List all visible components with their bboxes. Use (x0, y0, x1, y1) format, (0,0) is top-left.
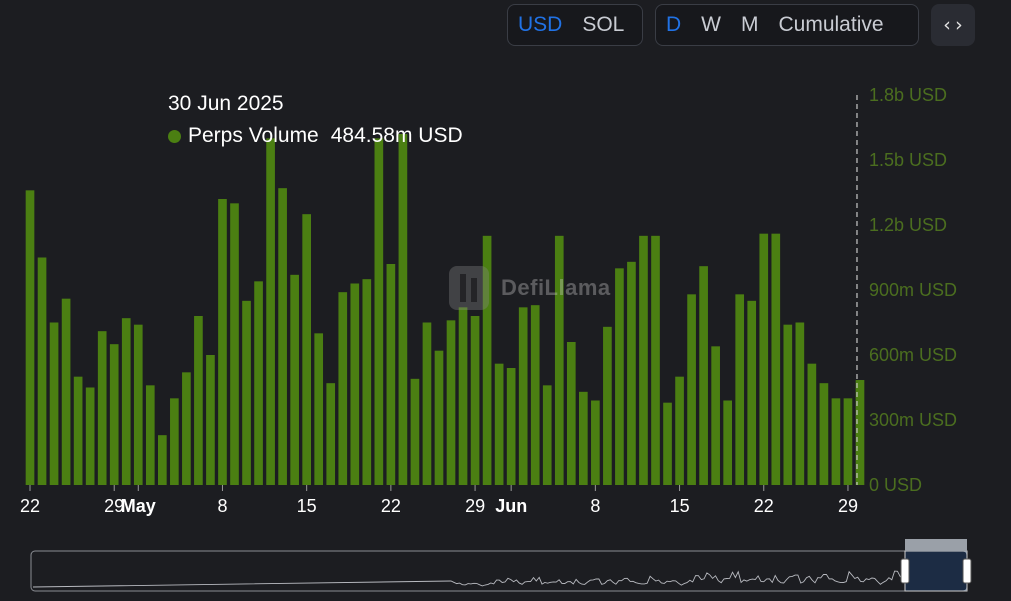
brush-selection[interactable] (905, 551, 967, 591)
bar-20[interactable] (266, 138, 275, 485)
bar-11[interactable] (158, 435, 167, 485)
x-tick-label-9: 15 (670, 496, 690, 516)
bar-51[interactable] (639, 236, 648, 485)
range-brush[interactable] (31, 539, 971, 591)
bar-50[interactable] (627, 262, 636, 485)
bar-61[interactable] (759, 234, 768, 485)
bar-6[interactable] (98, 331, 107, 485)
bar-10[interactable] (146, 385, 155, 485)
bar-37[interactable] (471, 316, 480, 485)
bar-0[interactable] (26, 190, 35, 485)
bar-48[interactable] (603, 327, 612, 485)
brush-left-handle[interactable] (901, 559, 909, 583)
bar-24[interactable] (314, 333, 323, 485)
bar-45[interactable] (567, 342, 576, 485)
y-axis: 0 USD 300m USD 600m USD 900m USD 1.2b USD 1.5… (869, 85, 957, 495)
bar-8[interactable] (122, 318, 131, 485)
bar-29[interactable] (375, 138, 384, 485)
bar-43[interactable] (543, 385, 552, 485)
bar-54[interactable] (675, 377, 684, 485)
bar-14[interactable] (194, 316, 203, 485)
bar-64[interactable] (796, 323, 805, 486)
bar-34[interactable] (435, 351, 444, 485)
bar-32[interactable] (411, 379, 420, 485)
bar-53[interactable] (663, 403, 672, 485)
bar-55[interactable] (687, 294, 696, 485)
bar-56[interactable] (699, 266, 708, 485)
bar-1[interactable] (38, 258, 47, 486)
bar-12[interactable] (170, 398, 179, 485)
bar-31[interactable] (399, 134, 408, 485)
bar-36[interactable] (459, 307, 468, 485)
bar-33[interactable] (423, 323, 432, 486)
y-tick-label-2: 600m USD (869, 345, 957, 365)
bar-42[interactable] (531, 305, 540, 485)
x-tick-label-7: Jun (495, 496, 527, 516)
bar-22[interactable] (290, 275, 299, 485)
bar-16[interactable] (218, 199, 227, 485)
y-tick-label-5: 1.5b USD (869, 150, 947, 170)
bar-23[interactable] (302, 214, 311, 485)
bar-57[interactable] (711, 346, 720, 485)
bar-66[interactable] (820, 383, 829, 485)
bar-30[interactable] (387, 264, 396, 485)
y-tick-label-3: 900m USD (869, 280, 957, 300)
x-tick-label-0: 22 (20, 496, 40, 516)
bar-35[interactable] (447, 320, 456, 485)
llama-logo-icon (445, 262, 493, 314)
bar-27[interactable] (350, 284, 359, 486)
bar-60[interactable] (747, 301, 756, 485)
x-tick-label-3: 8 (217, 496, 227, 516)
bar-28[interactable] (362, 279, 371, 485)
bar-40[interactable] (507, 368, 516, 485)
bar-39[interactable] (495, 364, 504, 485)
y-tick-label-4: 1.2b USD (869, 215, 947, 235)
x-tick-label-10: 22 (754, 496, 774, 516)
bar-17[interactable] (230, 203, 239, 485)
bar-7[interactable] (110, 344, 119, 485)
x-tick-label-6: 29 (465, 496, 485, 516)
x-tick-label-4: 15 (297, 496, 317, 516)
bar-58[interactable] (723, 401, 732, 486)
bar-25[interactable] (326, 383, 335, 485)
bar-4[interactable] (74, 377, 83, 485)
bar-52[interactable] (651, 236, 660, 485)
bar-21[interactable] (278, 188, 287, 485)
bar-18[interactable] (242, 301, 251, 485)
bar-13[interactable] (182, 372, 191, 485)
bar-68[interactable] (844, 398, 853, 485)
watermark-text: DefiLlama (501, 275, 611, 301)
x-tick-label-8: 8 (590, 496, 600, 516)
bar-19[interactable] (254, 281, 263, 485)
bar-46[interactable] (579, 392, 588, 485)
bar-9[interactable] (134, 325, 143, 485)
bar-47[interactable] (591, 401, 600, 486)
bar-67[interactable] (832, 398, 841, 485)
brush-right-handle[interactable] (963, 559, 971, 583)
x-axis: 2229May8152229Jun8152229 (20, 485, 858, 516)
brush-move-handle[interactable] (905, 539, 967, 551)
bar-5[interactable] (86, 388, 95, 486)
bar-2[interactable] (50, 323, 59, 486)
y-tick-label-1: 300m USD (869, 410, 957, 430)
bar-59[interactable] (735, 294, 744, 485)
bar-62[interactable] (771, 234, 780, 485)
y-tick-label-0: 0 USD (869, 475, 922, 495)
bar-15[interactable] (206, 355, 215, 485)
bar-63[interactable] (783, 325, 792, 485)
bar-26[interactable] (338, 292, 347, 485)
bar-65[interactable] (808, 364, 817, 485)
x-tick-label-5: 22 (381, 496, 401, 516)
y-tick-label-6: 1.8b USD (869, 85, 947, 105)
bar-3[interactable] (62, 299, 71, 485)
bar-49[interactable] (615, 268, 624, 485)
bar-41[interactable] (519, 307, 528, 485)
x-tick-label-11: 29 (838, 496, 858, 516)
watermark: DefiLlama (445, 262, 611, 314)
x-tick-label-2: May (121, 496, 156, 516)
